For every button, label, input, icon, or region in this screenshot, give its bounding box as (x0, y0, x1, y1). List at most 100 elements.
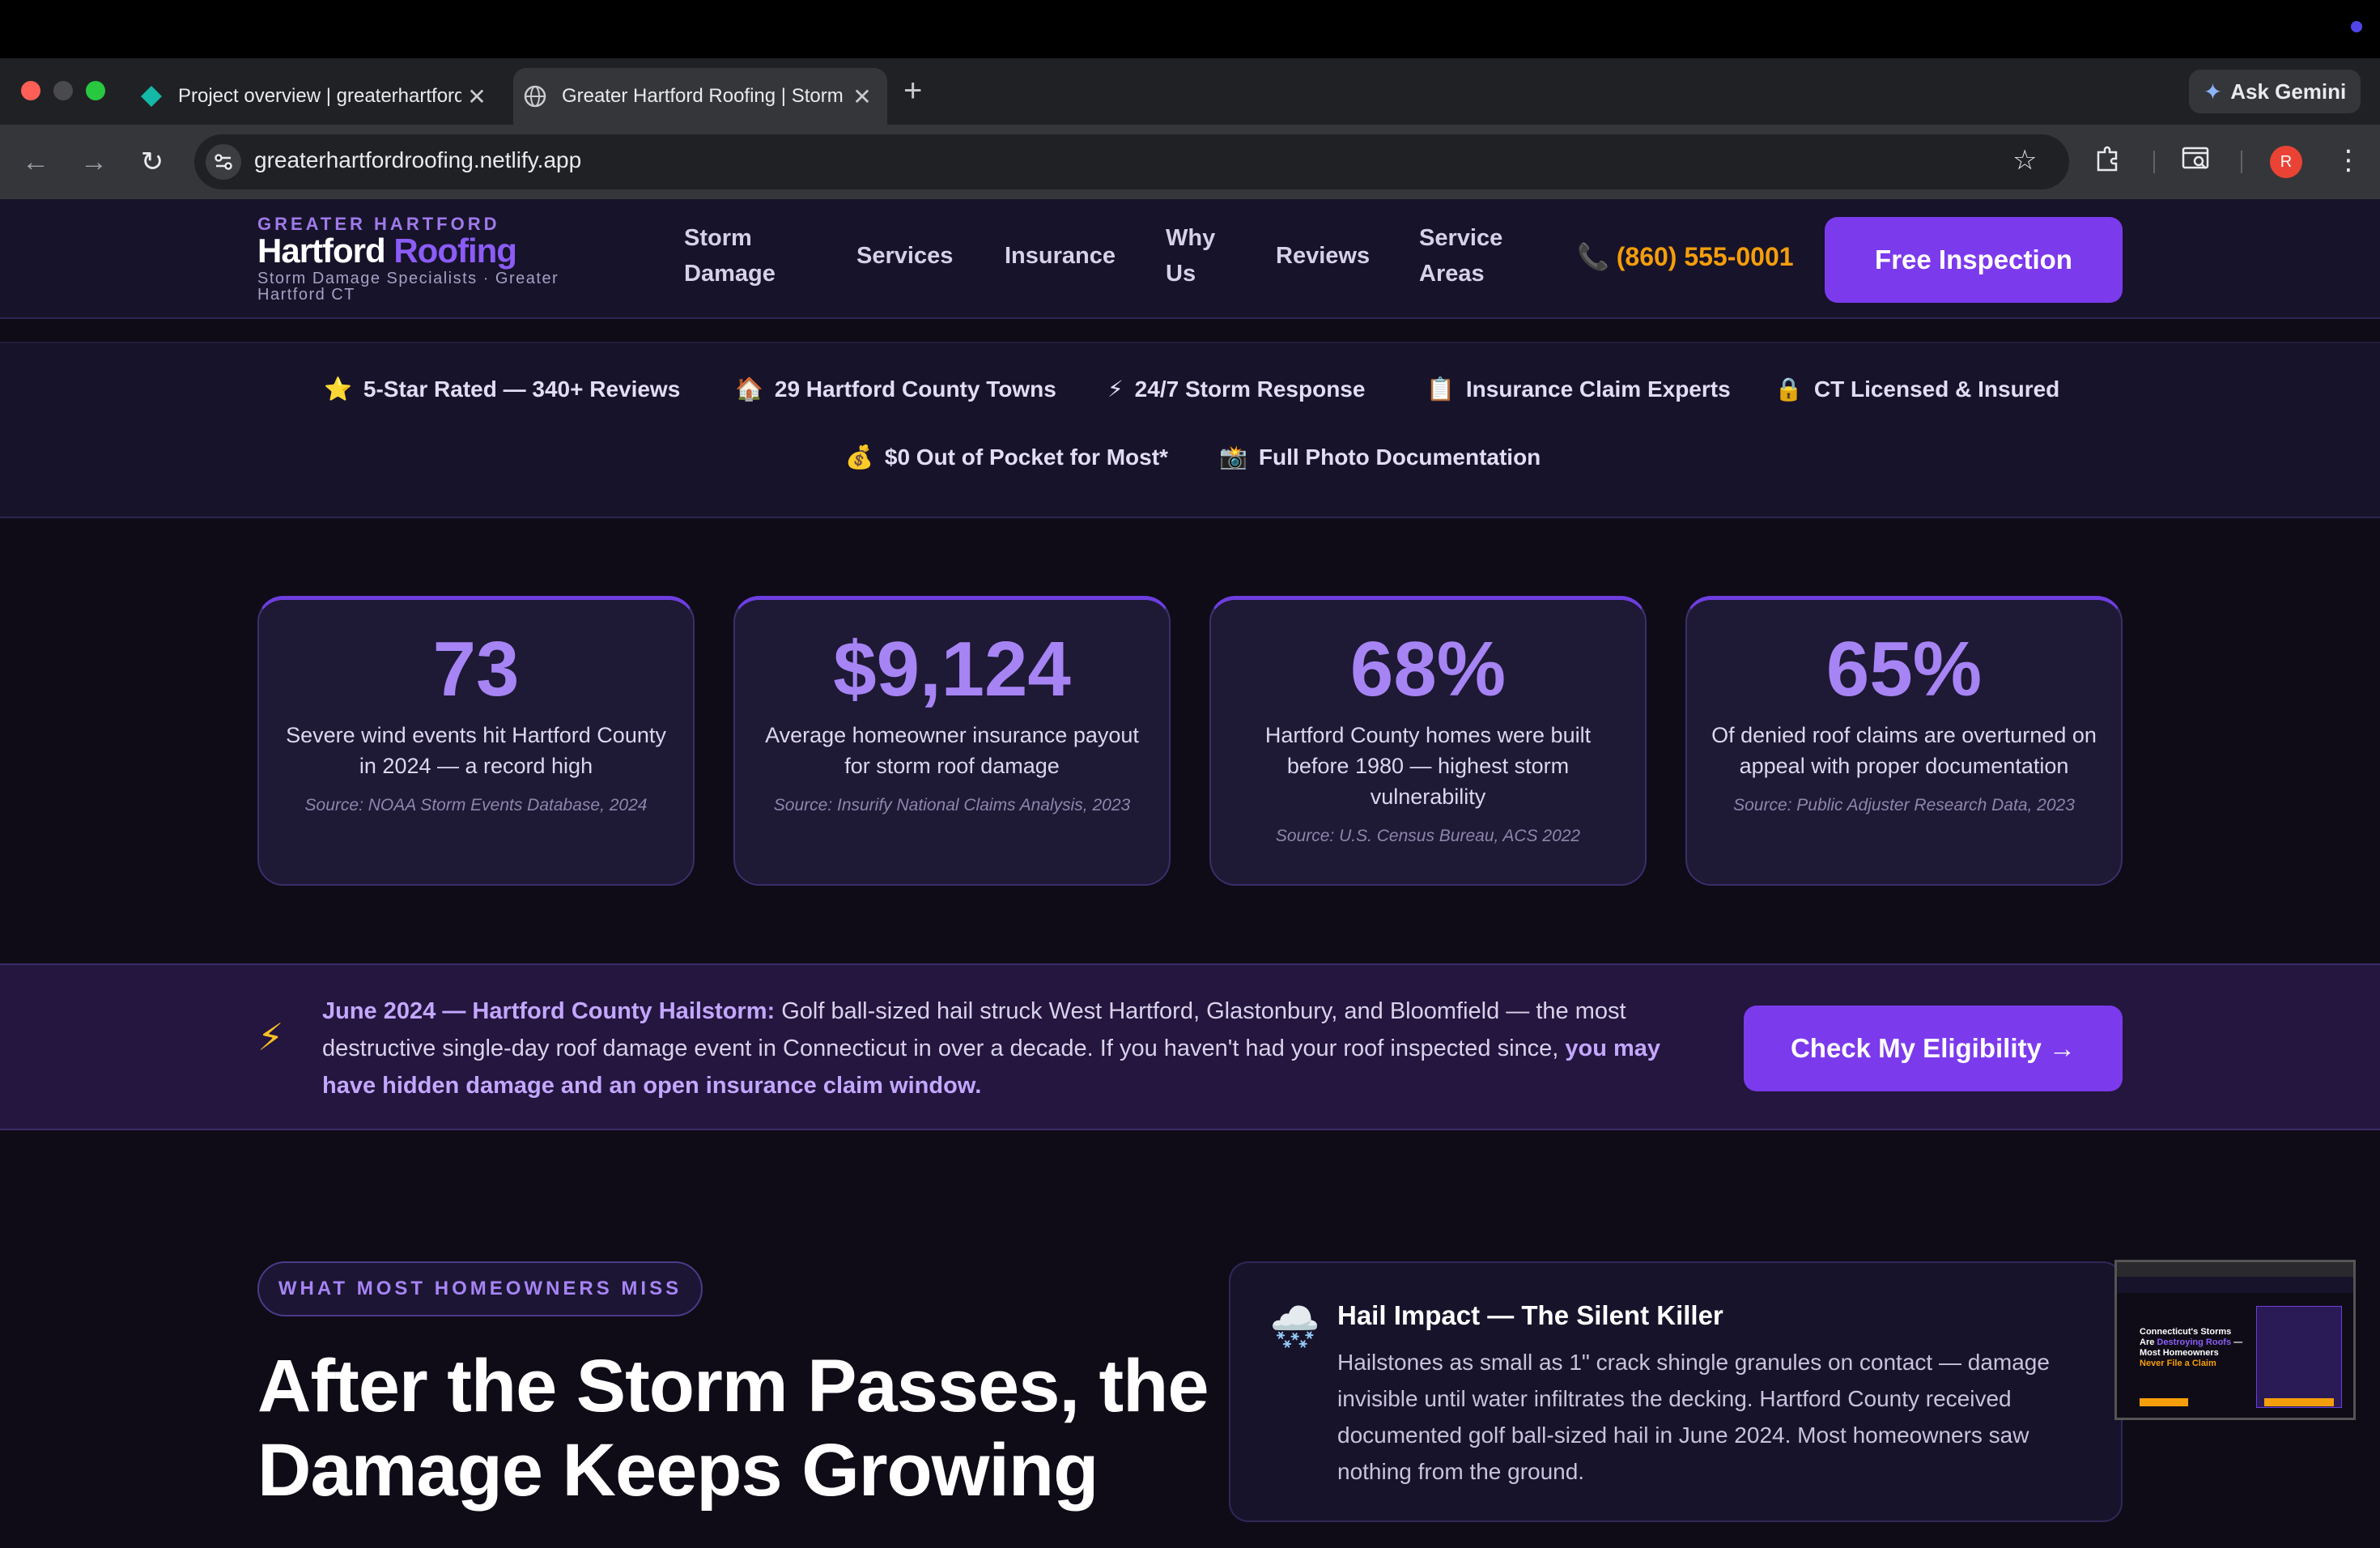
phone-number: (860) 555-0001 (1616, 242, 1794, 271)
trust-item: 📋 Insurance Claim Experts (1426, 376, 1731, 402)
stat-description: Average homeowner insurance payout for s… (765, 723, 1139, 778)
camera-icon: 📸 (1219, 444, 1247, 470)
ask-gemini-label: Ask Gemini (2230, 79, 2347, 104)
new-tab-button[interactable]: + (903, 74, 922, 107)
phone-icon: 📞 (1577, 242, 1609, 271)
url-text[interactable]: greaterhartfordroofing.netlify.app (254, 147, 581, 173)
stat-description: Of denied roof claims are overturned on … (1711, 723, 2097, 778)
brand-logo[interactable]: Hartford Roofing (257, 232, 517, 270)
thumbnail-line: Most Homeowners (2140, 1348, 2219, 1358)
trust-text: 29 Hartford County Towns (774, 376, 1056, 402)
stat-description: Severe wind events hit Hartford County i… (286, 723, 666, 778)
stat-source: Source: Public Adjuster Research Data, 2… (1733, 796, 2075, 814)
trust-item: 💰 $0 Out of Pocket for Most* (845, 444, 1168, 470)
nav-link-service-areas[interactable]: Service Areas (1419, 220, 1516, 291)
brand-name-main: Hartford (257, 232, 386, 270)
thumbnail-site-nav (2117, 1277, 2353, 1293)
tab-search-icon[interactable] (2181, 144, 2213, 180)
netlify-favicon-icon (141, 86, 162, 107)
nav-link-services[interactable]: Services (856, 238, 953, 274)
trust-item: 🏠 29 Hartford County Towns (735, 376, 1056, 402)
browser-menu-icon[interactable]: ⋮ (2335, 144, 2362, 176)
stat-source: Source: Insurify National Claims Analysi… (773, 796, 1131, 814)
brand-tagline: Storm Damage Specialists · Greater Hartf… (257, 270, 559, 304)
trust-item: 🔒 CT Licensed & Insured (1774, 376, 2059, 402)
stat-value: $9,124 (833, 626, 1071, 712)
thumbnail-line: Connecticut's Storms (2140, 1327, 2232, 1337)
star-icon: ⭐ (324, 376, 352, 402)
lightning-icon: ⚡ (257, 1016, 284, 1058)
stat-card: 68% Hartford County homes were built bef… (1209, 596, 1647, 886)
nav-link-insurance[interactable]: Insurance (1005, 238, 1116, 274)
hail-cloud-icon: 🌨️ (1269, 1304, 1320, 1350)
thumbnail-hero-text: Connecticut's Storms Are Destroying Roof… (2140, 1327, 2245, 1369)
window-minimize-button[interactable] (53, 81, 73, 100)
stat-card: $9,124 Average homeowner insurance payou… (733, 596, 1171, 886)
trust-item: ⚡ 24/7 Storm Response (1107, 376, 1365, 402)
check-eligibility-button[interactable]: Check My Eligibility → (1744, 1006, 2123, 1091)
tab-close-icon[interactable]: ✕ (847, 83, 878, 110)
tab-title: Greater Hartford Roofing | Storm Damage … (562, 85, 847, 107)
profile-avatar[interactable]: R (2270, 146, 2302, 178)
alert-highlight: June 2024 — Hartford County Hailstorm: (322, 998, 776, 1024)
back-arrow-icon[interactable]: ← (16, 142, 55, 181)
trust-text: Full Photo Documentation (1258, 444, 1541, 470)
clipboard-icon: 📋 (1426, 376, 1455, 402)
thumbnail-line-accent: Destroying Roofs (2157, 1337, 2232, 1347)
window-close-button[interactable] (21, 81, 40, 100)
toolbar-divider (2153, 151, 2155, 173)
nav-link-storm-damage[interactable]: Storm Damage (684, 220, 789, 291)
nav-link-reviews[interactable]: Reviews (1276, 238, 1370, 274)
tab-greater-hartford-roofing[interactable]: Greater Hartford Roofing | Storm Damage … (513, 68, 887, 125)
trust-text: Insurance Claim Experts (1465, 376, 1731, 402)
stat-value: 73 (432, 626, 520, 712)
thumbnail-button (2140, 1398, 2188, 1406)
brand-name-accent: Roofing (393, 232, 517, 270)
toolbar-divider (2241, 151, 2242, 173)
stat-card: 65% Of denied roof claims are overturned… (1685, 596, 2123, 886)
hail-impact-card: 🌨️ Hail Impact — The Silent Killer Hails… (1229, 1261, 2123, 1522)
lightning-icon: ⚡ (1107, 376, 1124, 402)
house-icon: 🏠 (735, 376, 763, 402)
system-top-strip (0, 0, 2380, 58)
stat-card: 73 Severe wind events hit Hartford Count… (257, 596, 695, 886)
stat-value: 65% (1825, 626, 1983, 712)
screenshot-preview-thumbnail[interactable]: Connecticut's Storms Are Destroying Roof… (2114, 1260, 2356, 1420)
free-inspection-button[interactable]: Free Inspection (1825, 217, 2123, 303)
ask-gemini-button[interactable]: ✦ Ask Gemini (2189, 70, 2361, 113)
tab-project-overview[interactable]: Project overview | greaterhartfordroofin… (130, 68, 502, 125)
stat-description: Hartford County homes were built before … (1264, 723, 1592, 809)
web-page: GREATER HARTFORD Hartford Roofing Storm … (0, 199, 2380, 1548)
status-dot-icon (2351, 21, 2362, 32)
window-maximize-button[interactable] (86, 81, 105, 100)
trust-text: CT Licensed & Insured (1813, 376, 2060, 402)
trust-text: $0 Out of Pocket for Most* (884, 444, 1168, 470)
phone-link[interactable]: 📞 (860) 555-0001 (1577, 241, 1794, 272)
bookmark-star-icon[interactable]: ☆ (2012, 144, 2037, 176)
forward-arrow-icon[interactable]: → (74, 142, 113, 181)
site-settings-icon[interactable] (206, 144, 241, 180)
site-header: GREATER HARTFORD Hartford Roofing Storm … (0, 199, 2380, 319)
trust-text: 5-Star Rated — 340+ Reviews (363, 376, 681, 402)
gemini-sparkle-icon: ✦ (2203, 79, 2223, 104)
thumbnail-button (2264, 1398, 2334, 1406)
stat-value: 68% (1349, 626, 1507, 712)
trust-bar: ⭐ 5-Star Rated — 340+ Reviews 🏠 29 Hartfor… (0, 342, 2380, 518)
thumbnail-line-orange: Never File a Claim (2140, 1359, 2216, 1368)
money-bag-icon: 💰 (845, 444, 873, 470)
extensions-puzzle-icon[interactable] (2093, 144, 2123, 180)
section-heading: After the Storm Passes, the Damage Keeps… (257, 1345, 1209, 1512)
thumbnail-form-panel (2256, 1306, 2342, 1408)
reload-icon[interactable]: ↻ (133, 142, 172, 181)
section-eyebrow: WHAT MOST HOMEOWNERS MISS (257, 1261, 703, 1316)
trust-text: 24/7 Storm Response (1134, 376, 1366, 402)
stat-source: Source: NOAA Storm Events Database, 2024 (304, 796, 648, 814)
nav-link-why-us[interactable]: Why Us (1166, 220, 1230, 291)
info-card-body: Hailstones as small as 1" crack shingle … (1337, 1350, 2050, 1484)
globe-icon (524, 85, 546, 108)
stat-source: Source: U.S. Census Bureau, ACS 2022 (1275, 827, 1581, 845)
trust-item: 📸 Full Photo Documentation (1219, 444, 1541, 470)
lock-icon: 🔒 (1774, 376, 1803, 402)
thumbnail-line: — (2231, 1337, 2243, 1347)
tab-close-icon[interactable]: ✕ (461, 83, 492, 110)
